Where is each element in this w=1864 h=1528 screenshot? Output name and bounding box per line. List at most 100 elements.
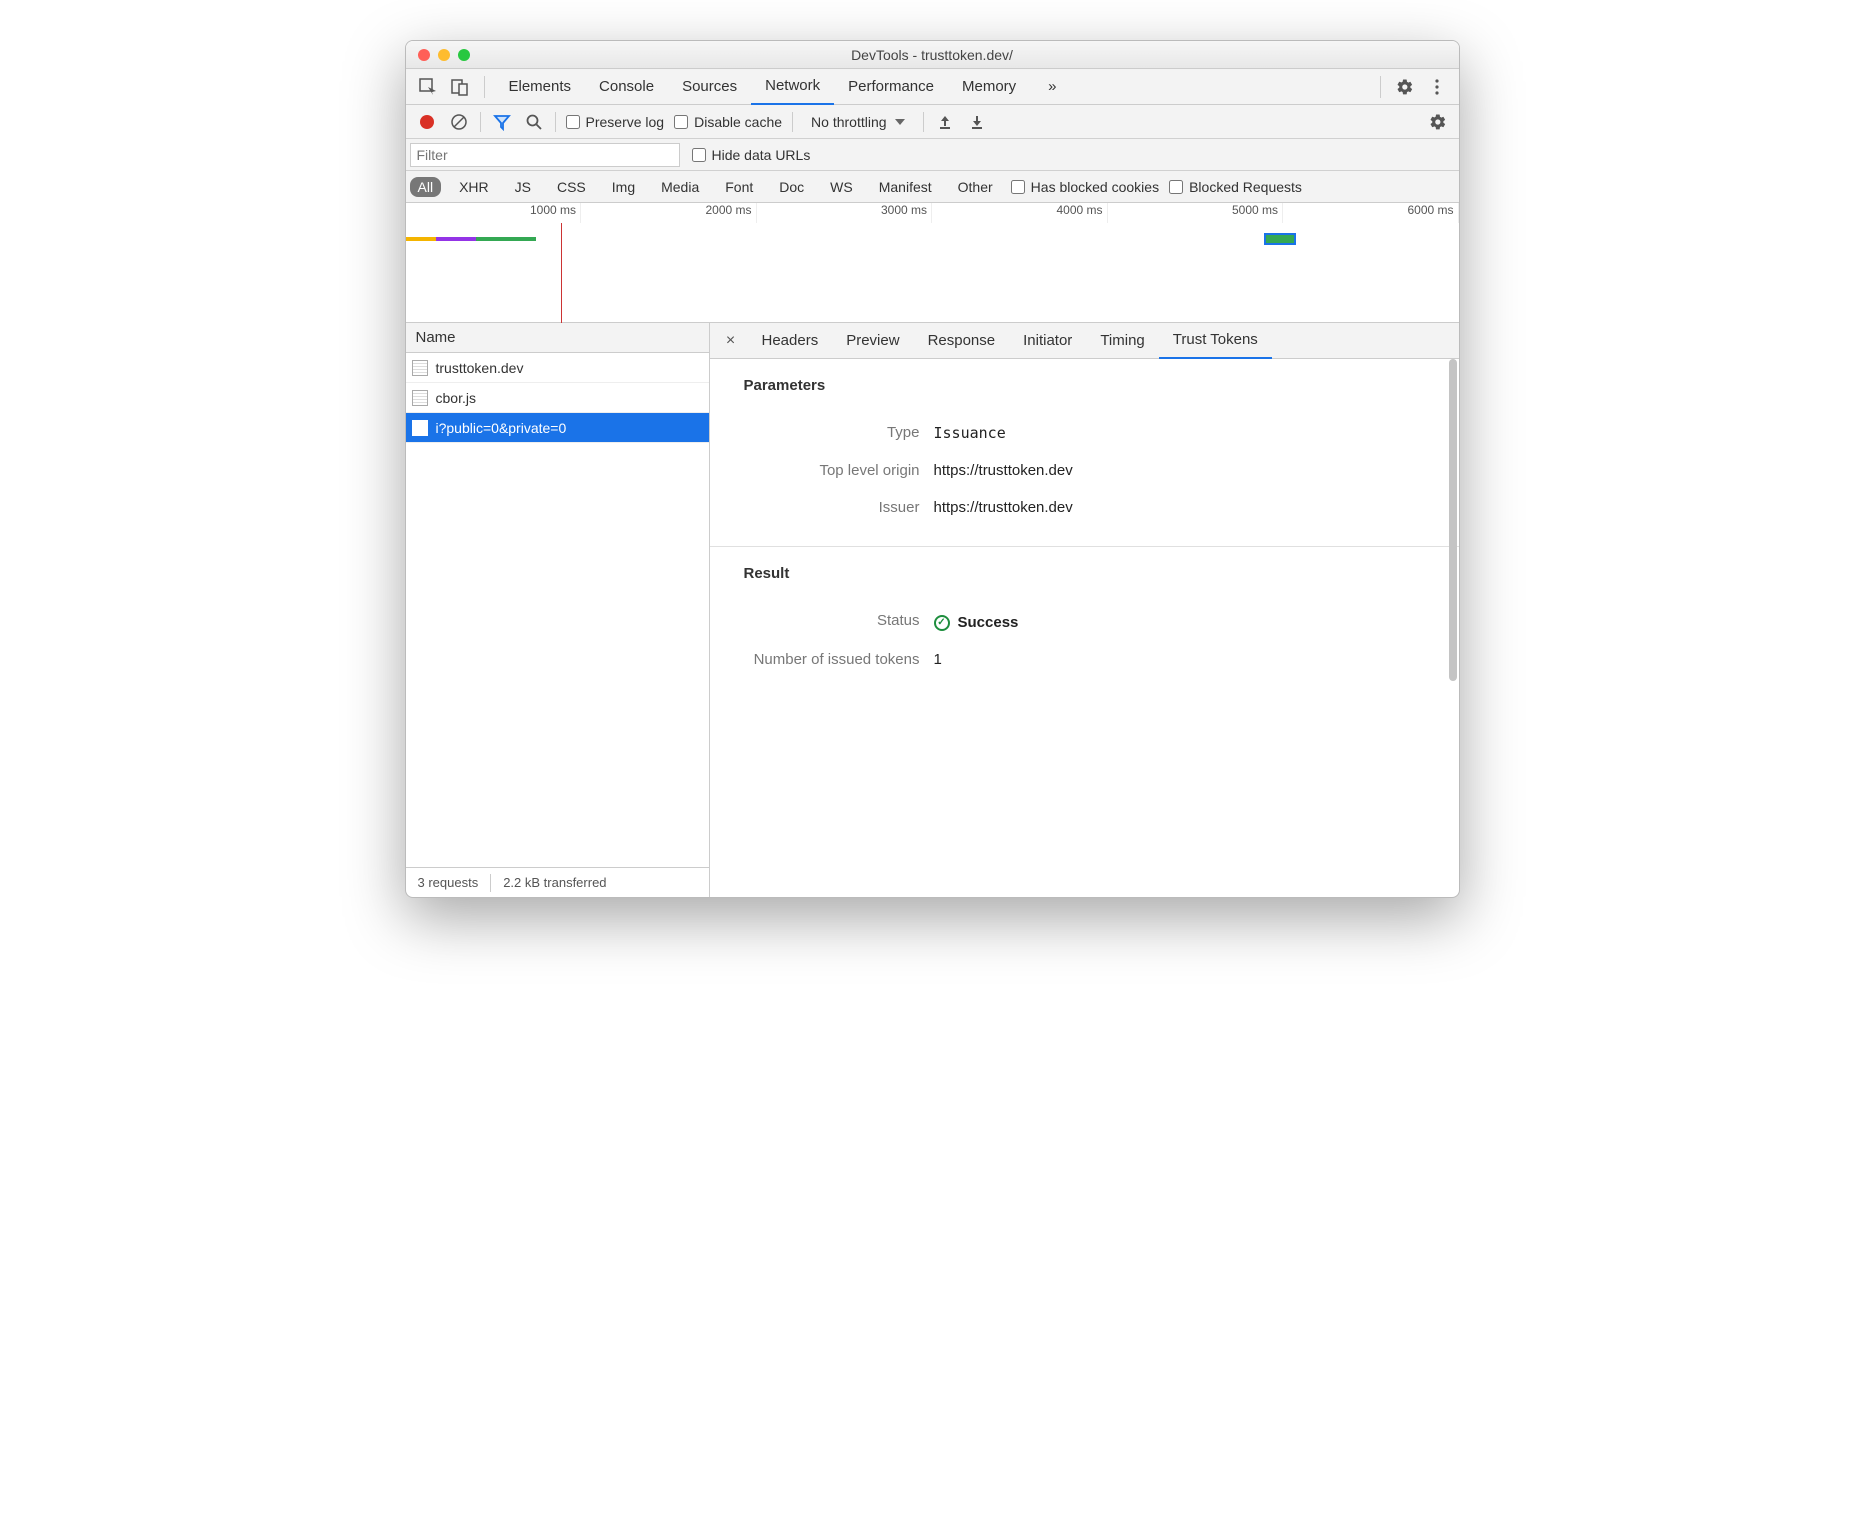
kv-label: Type <box>744 424 934 442</box>
timeline-segment <box>476 237 536 241</box>
tab-memory[interactable]: Memory <box>948 69 1030 105</box>
request-name: i?public=0&private=0 <box>436 420 567 436</box>
request-status-bar: 3 requests 2.2 kB transferred <box>406 867 709 897</box>
kv-value: ✓Success <box>934 612 1019 631</box>
request-list-pane: Name trusttoken.dev cbor.js i?public=0&pri… <box>406 323 710 897</box>
inspect-element-icon[interactable] <box>414 73 442 101</box>
detail-tab-timing[interactable]: Timing <box>1086 323 1158 359</box>
kv-row: Status✓Success <box>744 602 1459 641</box>
tab-performance[interactable]: Performance <box>834 69 948 105</box>
result-section: Result Status✓SuccessNumber of issued to… <box>710 547 1459 698</box>
timeline[interactable]: 1000 ms2000 ms3000 ms4000 ms5000 ms6000 … <box>406 203 1459 323</box>
clear-button[interactable] <box>448 111 470 133</box>
detail-tab-headers[interactable]: Headers <box>748 323 833 359</box>
kv-row: Top level originhttps://trusttoken.dev <box>744 452 1459 489</box>
traffic-lights <box>406 49 470 61</box>
preserve-log-checkbox[interactable]: Preserve log <box>566 114 665 130</box>
type-filter-xhr[interactable]: XHR <box>451 177 497 197</box>
detail-body: Parameters TypeIssuanceTop level originh… <box>710 359 1459 897</box>
close-window-button[interactable] <box>418 49 430 61</box>
titlebar: DevTools - trusttoken.dev/ <box>406 41 1459 69</box>
timeline-tick: 6000 ms <box>1283 203 1459 223</box>
success-icon: ✓ <box>934 615 950 631</box>
detail-tab-trust-tokens[interactable]: Trust Tokens <box>1159 323 1272 359</box>
detail-tab-response[interactable]: Response <box>914 323 1010 359</box>
type-filter-css[interactable]: CSS <box>549 177 594 197</box>
kv-row: Number of issued tokens1 <box>744 641 1459 678</box>
filter-icon[interactable] <box>491 111 513 133</box>
maximize-window-button[interactable] <box>458 49 470 61</box>
request-list-header: Name <box>406 323 709 353</box>
type-filter-row: All XHR JS CSS Img Media Font Doc WS Manifest Othe… <box>406 171 1459 203</box>
kv-label: Status <box>744 612 934 631</box>
timeline-tick: 2000 ms <box>581 203 757 223</box>
throttling-select[interactable]: No throttling <box>803 112 912 132</box>
kv-label: Number of issued tokens <box>744 651 934 668</box>
search-icon[interactable] <box>523 111 545 133</box>
devtools-window: DevTools - trusttoken.dev/ ElementsConso… <box>405 40 1460 898</box>
kv-row: Issuerhttps://trusttoken.dev <box>744 489 1459 526</box>
status-transferred: 2.2 kB transferred <box>491 875 618 890</box>
type-filter-img[interactable]: Img <box>604 177 643 197</box>
timeline-segment <box>1264 233 1296 245</box>
blocked-requests-label: Blocked Requests <box>1189 179 1302 195</box>
type-filter-font[interactable]: Font <box>717 177 761 197</box>
device-toolbar-icon[interactable] <box>446 73 474 101</box>
disable-cache-label: Disable cache <box>694 114 782 130</box>
request-row[interactable]: cbor.js <box>406 383 709 413</box>
filter-input[interactable] <box>410 143 680 167</box>
kv-value: Issuance <box>934 424 1006 442</box>
hide-data-urls-checkbox[interactable]: Hide data URLs <box>692 147 811 163</box>
more-menu-icon[interactable] <box>1423 73 1451 101</box>
chevron-down-icon <box>895 119 905 125</box>
hide-data-urls-label: Hide data URLs <box>712 147 811 163</box>
detail-tab-preview[interactable]: Preview <box>832 323 913 359</box>
download-icon[interactable] <box>966 111 988 133</box>
tab-console[interactable]: Console <box>585 69 668 105</box>
type-filter-all[interactable]: All <box>410 177 442 197</box>
blocked-requests-checkbox[interactable]: Blocked Requests <box>1169 179 1302 195</box>
tab-sources[interactable]: Sources <box>668 69 751 105</box>
type-filter-manifest[interactable]: Manifest <box>871 177 940 197</box>
detail-tab-initiator[interactable]: Initiator <box>1009 323 1086 359</box>
kv-value: 1 <box>934 651 942 668</box>
split-body: Name trusttoken.dev cbor.js i?public=0&pri… <box>406 323 1459 897</box>
has-blocked-cookies-label: Has blocked cookies <box>1031 179 1159 195</box>
type-filter-js[interactable]: JS <box>507 177 539 197</box>
filter-row: Hide data URLs <box>406 139 1459 171</box>
type-filter-other[interactable]: Other <box>950 177 1001 197</box>
record-button[interactable] <box>416 111 438 133</box>
type-filter-media[interactable]: Media <box>653 177 707 197</box>
settings-icon[interactable] <box>1391 73 1419 101</box>
parameters-section: Parameters TypeIssuanceTop level originh… <box>710 359 1459 547</box>
tab-elements[interactable]: Elements <box>495 69 586 105</box>
has-blocked-cookies-checkbox[interactable]: Has blocked cookies <box>1011 179 1159 195</box>
file-icon <box>412 420 428 436</box>
close-detail-button[interactable]: × <box>718 332 744 350</box>
disable-cache-checkbox[interactable]: Disable cache <box>674 114 782 130</box>
network-toolbar: Preserve log Disable cache No throttling <box>406 105 1459 139</box>
minimize-window-button[interactable] <box>438 49 450 61</box>
request-row[interactable]: i?public=0&private=0 <box>406 413 709 443</box>
file-icon <box>412 360 428 376</box>
throttling-label: No throttling <box>811 114 886 130</box>
status-requests-count: 3 requests <box>406 875 491 890</box>
result-heading: Result <box>744 565 1459 582</box>
request-name: cbor.js <box>436 390 476 406</box>
request-row[interactable]: trusttoken.dev <box>406 353 709 383</box>
type-filter-doc[interactable]: Doc <box>771 177 812 197</box>
upload-icon[interactable] <box>934 111 956 133</box>
type-filter-ws[interactable]: WS <box>822 177 861 197</box>
timeline-tick: 1000 ms <box>406 203 582 223</box>
kv-label: Top level origin <box>744 462 934 479</box>
timeline-tick: 5000 ms <box>1108 203 1284 223</box>
file-icon <box>412 390 428 406</box>
detail-pane: × HeadersPreviewResponseInitiatorTimingT… <box>710 323 1459 897</box>
kv-row: TypeIssuance <box>744 414 1459 452</box>
network-settings-icon[interactable] <box>1427 111 1449 133</box>
window-title: DevTools - trusttoken.dev/ <box>406 47 1459 63</box>
timeline-tick: 3000 ms <box>757 203 933 223</box>
tabs-overflow-button[interactable]: » <box>1034 69 1070 105</box>
scrollbar[interactable] <box>1449 359 1457 895</box>
tab-network[interactable]: Network <box>751 69 834 105</box>
